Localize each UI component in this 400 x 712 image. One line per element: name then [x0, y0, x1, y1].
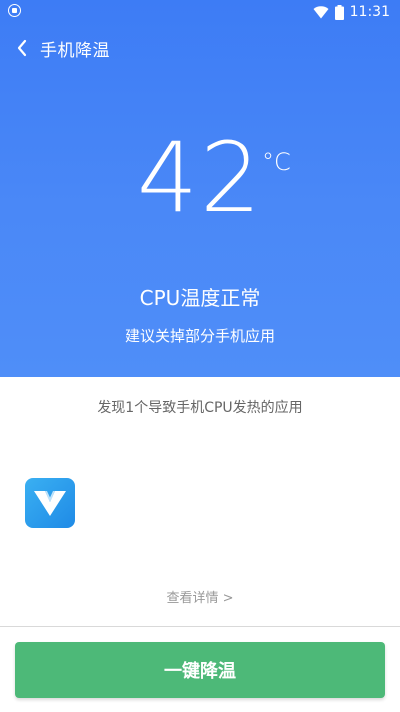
hero-panel: 11:31 手机降温 42 °C CPU温度正常 建议关掉部分手机应用 [0, 0, 400, 377]
one-tap-cool-button[interactable]: 一键降温 [15, 642, 385, 698]
status-time: 11:31 [349, 4, 390, 20]
notification-icon [8, 4, 21, 17]
app-v-icon[interactable] [25, 478, 75, 528]
temperature-status: CPU温度正常 [139, 286, 261, 310]
hot-apps-summary: 发现1个导致手机CPU发热的应用 [97, 400, 303, 416]
status-right-group: 11:31 [313, 2, 390, 22]
page-title: 手机降温 [40, 41, 110, 61]
wifi-icon [313, 5, 329, 18]
temperature-advice: 建议关掉部分手机应用 [124, 327, 275, 345]
chevron-left-icon [17, 39, 27, 57]
temperature-value: 42 [136, 122, 264, 234]
title-bar: 手机降温 [0, 28, 400, 68]
temperature-unit: °C [262, 148, 291, 176]
view-details-link[interactable]: 查看详情 > [0, 587, 400, 606]
status-bar: 11:31 [0, 0, 400, 24]
battery-icon [334, 4, 344, 20]
back-button[interactable] [10, 34, 34, 62]
v-logo-icon [34, 491, 66, 516]
divider [0, 626, 400, 627]
